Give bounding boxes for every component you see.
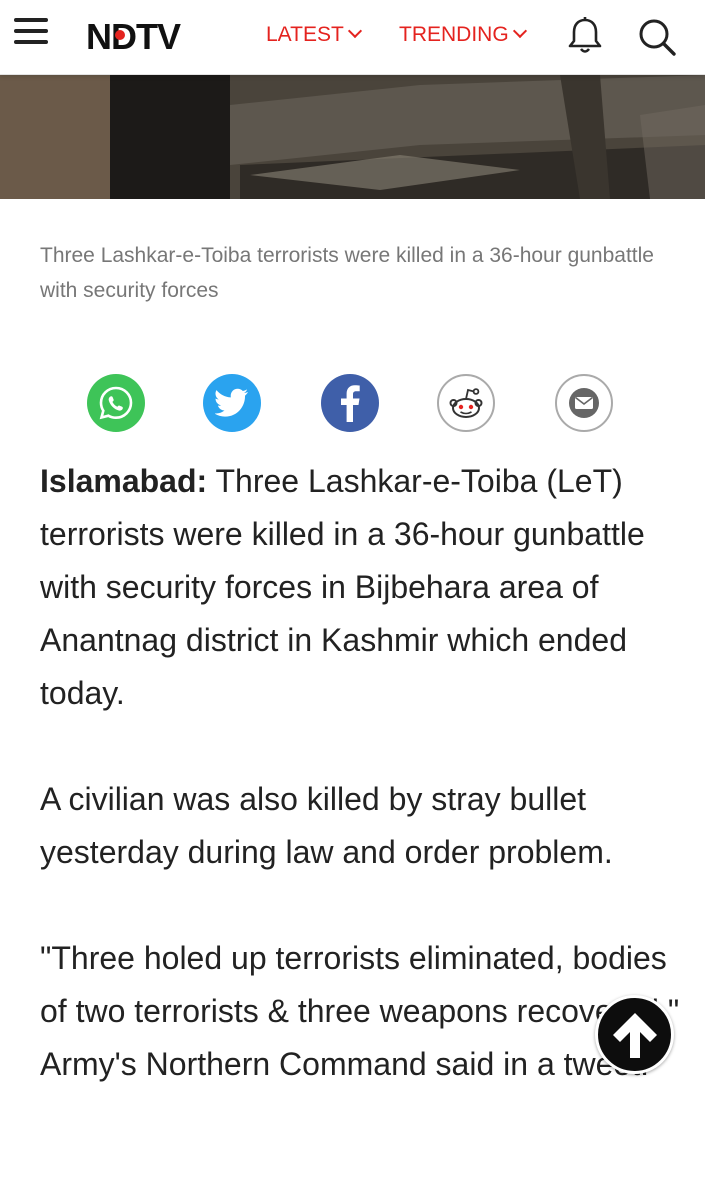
share-bar [0, 374, 705, 434]
article-paragraph: A civilian was also killed by stray bull… [40, 781, 613, 870]
hamburger-menu-icon[interactable] [14, 18, 54, 52]
bell-icon[interactable] [565, 16, 605, 56]
article-paragraph: "Three holed up terrorists eliminated, b… [40, 940, 680, 1082]
article-body: Islamabad: Three Lashkar-e-Toiba (LeT) t… [40, 455, 680, 1144]
scroll-to-top-button[interactable] [595, 995, 674, 1074]
reddit-share-button[interactable] [437, 374, 495, 432]
nav-trending-label: TRENDING [399, 23, 509, 46]
whatsapp-icon [99, 386, 133, 420]
twitter-share-button[interactable] [203, 374, 261, 432]
article-hero-image [0, 75, 705, 199]
nav-latest-label: LATEST [266, 23, 344, 46]
facebook-share-button[interactable] [321, 374, 379, 432]
ndtv-logo[interactable]: NDTV [86, 14, 220, 58]
search-icon[interactable] [636, 16, 678, 58]
nav-trending[interactable]: TRENDING [399, 22, 527, 48]
chevron-down-icon [512, 23, 527, 39]
arrow-up-icon [612, 1012, 657, 1058]
hero-photo [0, 75, 705, 199]
email-share-button[interactable] [555, 374, 613, 432]
chevron-down-icon [347, 23, 362, 39]
image-caption: Three Lashkar-e-Toiba terrorists were ki… [40, 244, 654, 302]
svg-text:NDTV: NDTV [86, 16, 181, 57]
top-header: NDTV LATEST TRENDING [0, 0, 705, 75]
lead-text: Three Lashkar-e-Toiba (LeT) terrorists w… [40, 463, 645, 711]
whatsapp-share-button[interactable] [87, 374, 145, 432]
nav-latest[interactable]: LATEST [266, 22, 362, 48]
dateline: Islamabad: [40, 463, 208, 499]
article-paragraph: Islamabad: Three Lashkar-e-Toiba (LeT) t… [40, 455, 680, 720]
reddit-icon [449, 388, 483, 418]
email-icon [569, 388, 599, 418]
facebook-icon [341, 385, 360, 422]
twitter-icon [215, 388, 248, 417]
ndtv-logo-mark: NDTV [86, 16, 182, 57]
